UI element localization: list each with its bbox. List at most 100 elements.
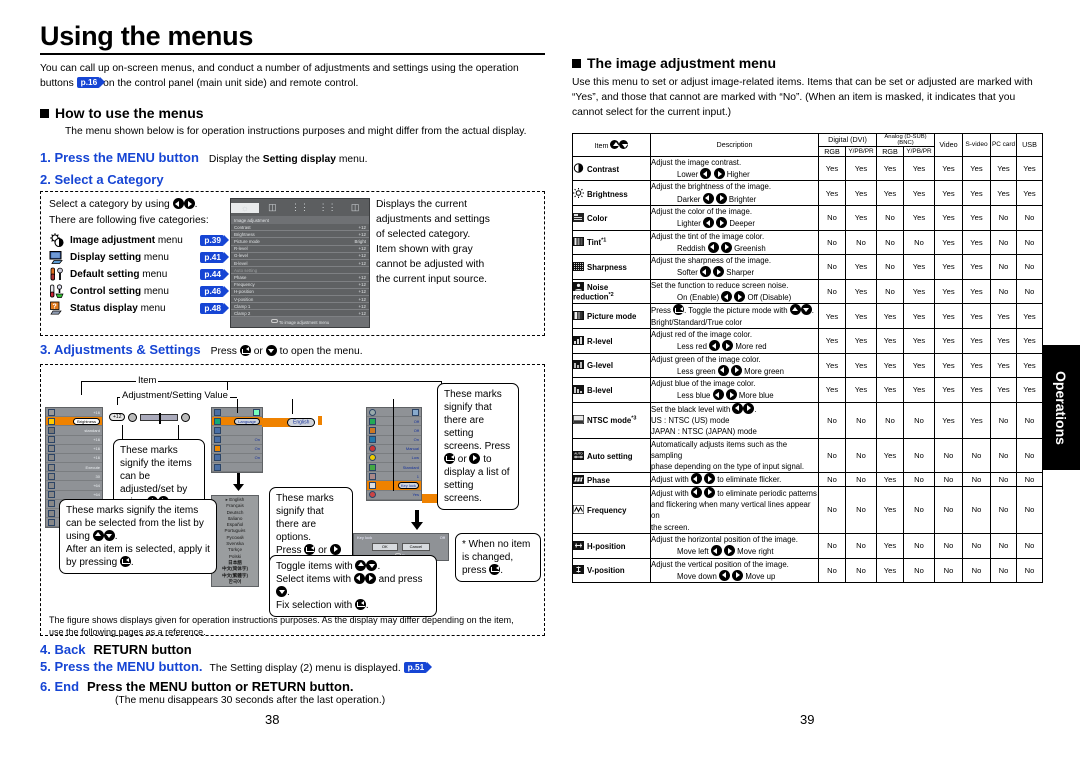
left-arrow-icon[interactable]	[353, 572, 365, 584]
osd-row[interactable]: Clamp 1 +12	[231, 303, 369, 311]
enter-button-icon[interactable]	[354, 598, 366, 610]
osd-tab-display-setting[interactable]: ◫	[259, 202, 287, 213]
right-arrow-icon[interactable]	[722, 340, 734, 352]
mock-row[interactable]: +16	[46, 436, 102, 445]
page-ref-p39[interactable]: p.39	[200, 234, 229, 246]
right-arrow-icon[interactable]	[732, 569, 744, 581]
left-arrow-icon[interactable]	[712, 389, 724, 401]
left-arrow-icon[interactable]	[719, 569, 731, 581]
osd-row[interactable]: Picture mode Bright	[231, 238, 369, 246]
right-arrow-icon[interactable]	[730, 364, 742, 376]
down-arrow-icon[interactable]	[276, 585, 287, 597]
osd-row[interactable]: Phase +12	[231, 274, 369, 282]
left-arrow-icon[interactable]	[172, 198, 184, 210]
osd-row[interactable]: Brightness +12	[231, 231, 369, 239]
right-arrow-icon[interactable]	[183, 198, 195, 210]
mock-row-language[interactable]: Language	[212, 417, 262, 427]
left-arrow-icon[interactable]	[699, 266, 711, 278]
left-arrow-icon[interactable]	[721, 291, 733, 303]
right-arrow-icon[interactable]	[713, 266, 725, 278]
left-arrow-icon[interactable]	[717, 364, 729, 376]
slider-left-handle-icon[interactable]	[128, 412, 138, 422]
slider-right-handle-icon[interactable]	[181, 412, 191, 422]
enter-button-icon[interactable]	[489, 563, 501, 575]
dialog-cancel-button[interactable]: Cancel	[401, 542, 431, 551]
page-ref-p48[interactable]: p.48	[200, 302, 229, 314]
category-item-status-display[interactable]: ? Status display menu p.48	[49, 301, 229, 316]
osd-row[interactable]: Frequency +12	[231, 281, 369, 289]
right-arrow-icon[interactable]	[725, 389, 737, 401]
osd-tab-default-setting[interactable]: ⋮⋮	[286, 202, 314, 213]
mock-row[interactable]: On	[212, 436, 262, 445]
mock-row[interactable]: On	[212, 445, 262, 454]
osd-tab-image-adjustment[interactable]: ☼	[231, 202, 259, 213]
up-arrow-icon[interactable]	[789, 304, 801, 316]
down-arrow-icon[interactable]	[265, 345, 277, 357]
page-ref-p16[interactable]: p.16	[76, 77, 105, 89]
down-arrow-icon[interactable]	[103, 529, 115, 541]
category-item-image-adjustment[interactable]: Image adjustment menu p.39	[49, 233, 229, 248]
left-arrow-icon[interactable]	[709, 340, 721, 352]
mock-row[interactable]	[212, 463, 262, 473]
category-item-control-setting[interactable]: Control setting menu p.46	[49, 284, 229, 299]
mock-language-value[interactable]: English	[287, 418, 316, 428]
mock-row[interactable]: +16	[46, 454, 102, 464]
mock-row[interactable]	[212, 426, 262, 436]
mock-row[interactable]: +16	[46, 408, 102, 418]
left-arrow-icon[interactable]	[690, 486, 702, 498]
down-arrow-icon[interactable]	[366, 559, 378, 571]
right-arrow-icon[interactable]	[704, 486, 716, 498]
category-item-display-setting[interactable]: Display setting menu p.41	[49, 250, 229, 265]
down-arrow-icon[interactable]	[800, 304, 812, 316]
language-option-list[interactable]: ▸ English Français Deutsch Italiano Español P…	[211, 494, 259, 588]
page-ref-p44[interactable]: p.44	[200, 268, 229, 280]
up-arrow-icon[interactable]	[92, 529, 104, 541]
mock-row[interactable]: Execute	[46, 463, 102, 473]
dialog-ok-button[interactable]: OK	[371, 542, 398, 551]
osd-tab-status-display[interactable]: ◫	[341, 202, 369, 213]
left-arrow-icon[interactable]	[710, 545, 722, 557]
right-arrow-icon[interactable]	[723, 545, 735, 557]
page-ref-p46[interactable]: p.46	[200, 285, 229, 297]
mock-row[interactable]: Yes	[367, 491, 421, 500]
up-arrow-icon[interactable]	[355, 559, 367, 571]
right-arrow-icon[interactable]	[734, 291, 746, 303]
osd-row[interactable]: R-level +12	[231, 245, 369, 253]
right-arrow-icon[interactable]	[713, 168, 725, 180]
mock-row[interactable]: +64	[46, 481, 102, 491]
right-arrow-icon[interactable]	[364, 572, 376, 584]
mock-row[interactable]: standard	[46, 426, 102, 436]
page-ref-p41[interactable]: p.41	[200, 251, 229, 263]
left-arrow-icon[interactable]	[700, 168, 712, 180]
osd-row[interactable]: Clamp 2 +12	[231, 310, 369, 318]
mock-row[interactable]: 30	[46, 472, 102, 482]
enter-button-icon[interactable]	[239, 345, 251, 357]
osd-row[interactable]: Auto setting	[231, 267, 369, 275]
left-arrow-icon[interactable]	[703, 217, 715, 229]
mock-row[interactable]: On	[212, 454, 262, 464]
osd-row[interactable]: Contrast +12	[231, 224, 369, 232]
left-arrow-icon[interactable]	[707, 241, 719, 253]
right-arrow-icon[interactable]	[743, 402, 755, 414]
page-ref-p51[interactable]: p.51	[403, 661, 432, 673]
enter-button-icon[interactable]	[673, 304, 685, 316]
osd-row[interactable]: V-position +12	[231, 295, 369, 304]
osd-row[interactable]: G-level +12	[231, 252, 369, 260]
osd-row[interactable]: H-position +12	[231, 288, 369, 296]
category-item-default-setting[interactable]: Default setting menu p.44	[49, 267, 229, 282]
left-arrow-icon[interactable]	[732, 402, 744, 414]
right-arrow-icon[interactable]	[715, 192, 727, 204]
down-arrow-icon[interactable]	[619, 139, 629, 149]
language-option[interactable]: 한국어	[212, 579, 258, 585]
right-arrow-icon[interactable]	[720, 241, 732, 253]
enter-button-icon[interactable]	[119, 555, 131, 567]
right-arrow-icon[interactable]	[469, 452, 481, 464]
right-arrow-icon[interactable]	[716, 217, 728, 229]
slider-track[interactable]	[140, 412, 179, 424]
enter-button-icon[interactable]	[304, 543, 316, 555]
mock-row-selected[interactable]: Brightness	[46, 417, 102, 427]
osd-row[interactable]: B-level +12	[231, 259, 369, 268]
left-arrow-icon[interactable]	[702, 192, 714, 204]
mock-row[interactable]: +16	[46, 445, 102, 454]
up-arrow-icon[interactable]	[610, 139, 620, 149]
